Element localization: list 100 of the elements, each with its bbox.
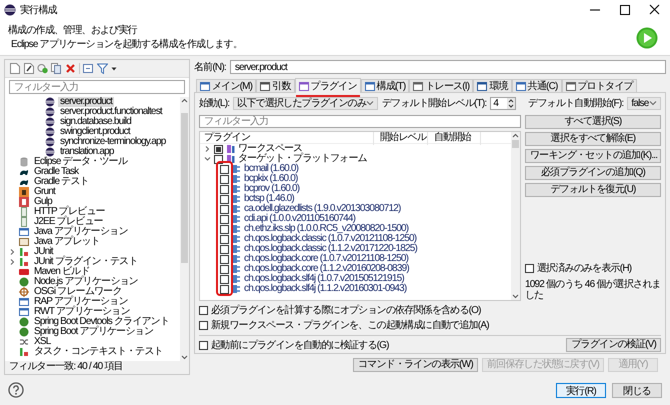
scrollbar-thumb[interactable] <box>512 140 519 148</box>
tree-item[interactable]: ch.qos.logback.classic (1.1.2.v20171220-1825) <box>244 244 418 254</box>
launch-with-dropdown[interactable]: 以下で選択したプラグインのみ <box>233 96 378 110</box>
checkbox[interactable] <box>214 144 223 154</box>
tree-item[interactable]: bcprov (1.60.0) <box>244 184 300 194</box>
tree-item[interactable]: bcmail (1.60.0) <box>244 164 298 174</box>
edit-document-icon[interactable] <box>23 63 34 74</box>
checkbox[interactable] <box>220 244 229 254</box>
tree-item[interactable]: bctsp (1.46.0) <box>244 194 294 204</box>
tab[interactable]: 共通(C) <box>512 79 562 92</box>
button[interactable]: デフォルトを復元(U) <box>525 183 661 197</box>
button[interactable]: プラグインの検証(V) <box>566 338 661 352</box>
chevron-right-icon[interactable] <box>9 248 16 256</box>
tab[interactable]: プロトタイプ <box>562 79 637 92</box>
tree-item[interactable]: Grunt <box>32 187 58 197</box>
tree-item[interactable]: server.product <box>58 97 114 107</box>
checkbox[interactable] <box>220 284 229 294</box>
checkbox[interactable] <box>220 184 229 194</box>
button[interactable]: 必須プラグインの追加(Q) <box>525 166 661 180</box>
name-field[interactable]: server.product <box>230 60 666 74</box>
tree-item[interactable]: HTTP プレビュー <box>32 207 107 217</box>
tree-item[interactable]: Spring Boot アプリケーション <box>32 327 156 337</box>
help-icon[interactable] <box>8 382 24 398</box>
checkbox[interactable] <box>220 264 229 274</box>
tree-item[interactable]: sign.database.build <box>58 117 133 127</box>
tree-item[interactable]: Java アプレット <box>32 237 102 247</box>
checkbox[interactable] <box>220 174 229 184</box>
tree-item[interactable]: ch.qos.logback.core (1.0.7.v20121108-1250) <box>244 254 408 264</box>
tree-item[interactable]: JUnit <box>32 247 55 257</box>
checkbox[interactable] <box>525 264 534 273</box>
checkbox-option[interactable]: 起動前にプラグインを自動的に検証する(G) <box>199 338 389 352</box>
copy-icon[interactable] <box>51 63 62 74</box>
chevron-right-icon[interactable] <box>204 145 211 153</box>
filter-field[interactable]: フィルター入力 <box>9 80 185 94</box>
filter-field[interactable]: フィルター入力 <box>199 115 521 128</box>
button[interactable]: 実行(R) <box>556 382 606 398</box>
checkbox[interactable] <box>199 340 208 350</box>
tab[interactable]: 引数 <box>256 79 295 92</box>
checkbox[interactable] <box>220 164 229 174</box>
tree-item[interactable]: ch.qos.logback.slf4j (1.0.7.v201505121915) <box>244 274 404 284</box>
tree-item[interactable]: Java アプリケーション <box>32 227 130 237</box>
tree-item[interactable]: ワークスペース <box>238 144 302 154</box>
tree-item[interactable]: タスク・コンテキスト・テスト <box>32 347 165 357</box>
start-level-spinner[interactable]: 4 <box>490 96 516 110</box>
button[interactable]: すべて選択(S) <box>525 115 661 129</box>
checkbox[interactable] <box>220 204 229 214</box>
tree-item[interactable]: Node.js アプリケーション <box>32 277 140 287</box>
tree-item[interactable]: Gradle テスト <box>32 177 91 187</box>
button[interactable]: 閉じる <box>612 382 662 398</box>
tree-item[interactable]: J2EE プレビュー <box>32 217 105 227</box>
tree-item[interactable]: bcpkix (1.60.0) <box>244 174 298 184</box>
tree-item[interactable]: ch.qos.logback.classic (1.0.7.v20121108-1250) <box>244 234 416 244</box>
tree-item[interactable]: synchronize-terminology.app <box>58 137 168 147</box>
tree-item[interactable]: server.product.functionaltest <box>58 107 164 117</box>
tree-item[interactable]: OSGi フレームワーク <box>32 287 124 297</box>
checkbox[interactable] <box>220 254 229 264</box>
tree-item[interactable]: swingclient.product <box>58 127 132 137</box>
chevron-down-icon[interactable] <box>204 155 211 163</box>
checkbox[interactable] <box>199 320 208 330</box>
tree-item[interactable]: JUnit プラグイン・テスト <box>32 257 140 267</box>
tree-item[interactable]: ターゲット・プラットフォーム <box>238 154 367 164</box>
tree-item[interactable]: ch.qos.logback.slf4j (1.1.2.v20160301-0943) <box>244 284 406 294</box>
checkbox[interactable] <box>220 224 229 234</box>
tree-item[interactable]: cdi.api (1.0.0.v201105160744) <box>244 214 356 224</box>
scrollbar-thumb[interactable] <box>181 113 188 263</box>
delete-icon[interactable] <box>65 63 76 74</box>
tree-item[interactable]: Spring Boot Devtools クライアント <box>32 317 172 327</box>
chevron-right-icon[interactable] <box>9 258 16 266</box>
checkbox[interactable] <box>220 274 229 284</box>
circle-icon <box>45 97 55 107</box>
tree-item[interactable]: RWT アプリケーション <box>32 307 132 317</box>
tree-item[interactable]: RAP アプリケーション <box>32 297 130 307</box>
tree-item[interactable]: ca.odell.glazedlists (1.9.0.v201303080712) <box>244 204 401 214</box>
button[interactable]: コマンド・ラインの表示(W) <box>352 358 478 372</box>
filter-icon[interactable] <box>97 63 108 74</box>
checkbox-option[interactable]: 選択済みのみを表示(H) <box>525 261 661 276</box>
checkbox[interactable] <box>220 214 229 224</box>
checkbox[interactable] <box>220 194 229 204</box>
tab[interactable]: トレース(I) <box>409 79 474 92</box>
tree-item[interactable]: ch.ethz.iks.slp (1.0.0.RC5_v20080820-1500) <box>244 224 408 234</box>
tree-item[interactable]: Eclipse データ・ツール <box>32 157 130 167</box>
tree-item[interactable]: XSL <box>32 337 53 347</box>
tree-item[interactable]: Maven ビルド <box>32 267 92 277</box>
checkbox-option[interactable]: 新規ワークスペース・プラグインを、この起動構成に自動で追加(A) <box>199 319 489 331</box>
scrollbar[interactable] <box>180 97 189 361</box>
collapse-icon[interactable] <box>83 63 94 74</box>
auto-start-dropdown[interactable]: false <box>627 96 661 110</box>
checkbox-option[interactable]: 必須プラグインを計算する際にオプションの依存関係を含める(O) <box>199 304 481 316</box>
tree-item[interactable]: ch.qos.logback.core (1.1.2.v20160208-0839) <box>244 264 409 274</box>
tree-item[interactable]: translation.app <box>58 147 116 157</box>
scrollbar[interactable] <box>511 132 520 300</box>
tab[interactable]: 環境 <box>473 79 512 92</box>
tree-item[interactable]: Gradle Task <box>32 167 80 177</box>
button[interactable]: 選択をすべて解除(E) <box>525 132 661 146</box>
tab[interactable]: 構成(T) <box>360 79 410 92</box>
checkbox[interactable] <box>199 306 208 314</box>
tree-item[interactable]: Gulp <box>32 197 54 207</box>
button[interactable]: ワーキング・セットの追加(K)... <box>525 149 661 163</box>
checkbox[interactable] <box>220 234 229 244</box>
tab[interactable]: メイン(M) <box>196 79 256 92</box>
